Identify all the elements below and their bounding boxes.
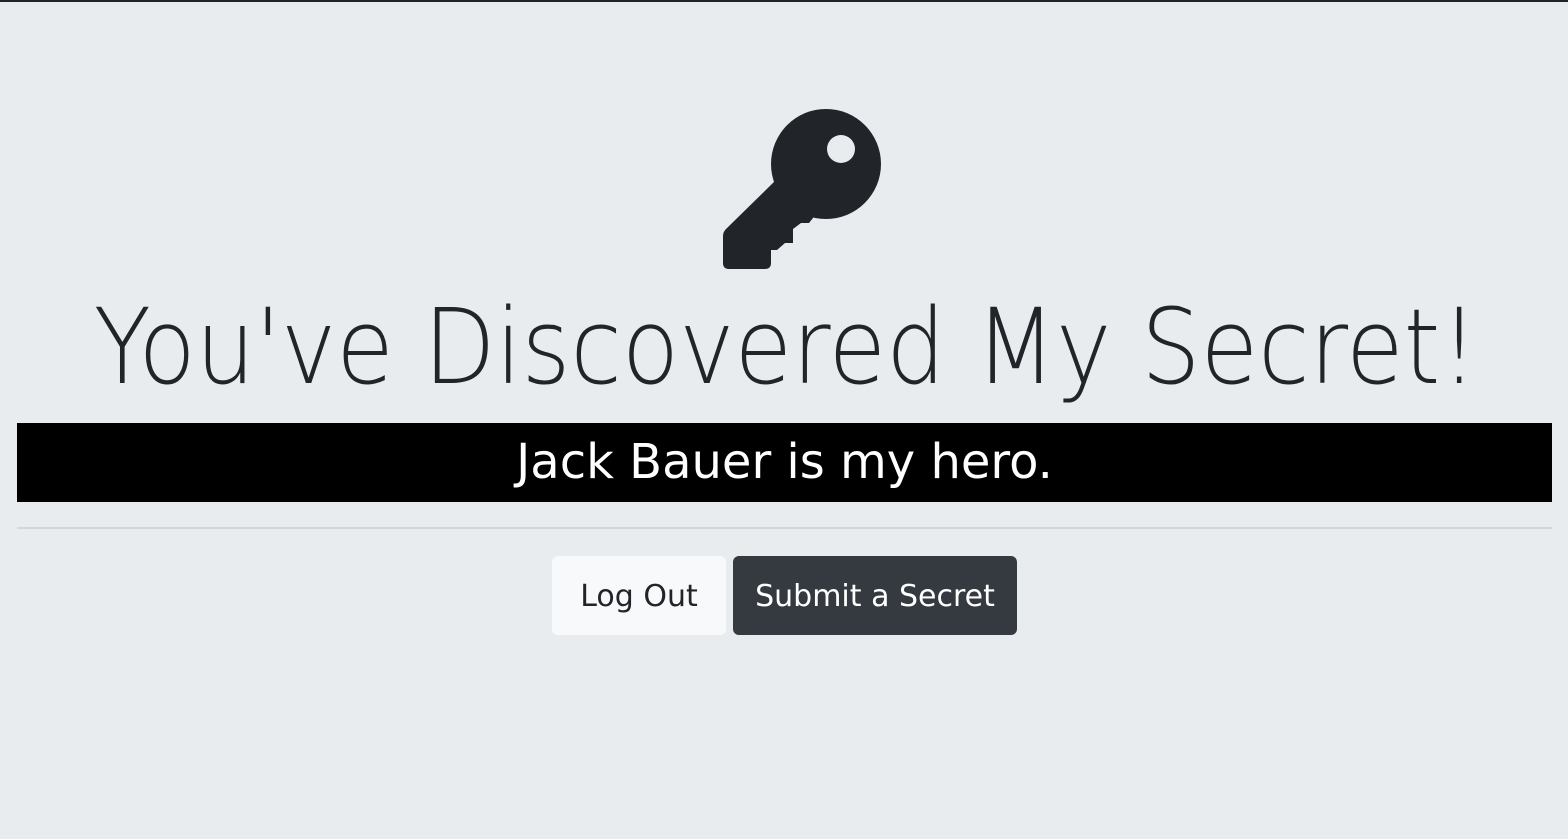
divider xyxy=(17,527,1552,529)
submit-secret-button[interactable]: Submit a Secret xyxy=(733,556,1017,635)
key-icon xyxy=(705,105,897,275)
page-title: You've Discovered My Secret! xyxy=(93,286,1478,408)
logout-button[interactable]: Log Out xyxy=(552,556,726,635)
secret-text: Jack Bauer is my hero. xyxy=(17,423,1552,502)
